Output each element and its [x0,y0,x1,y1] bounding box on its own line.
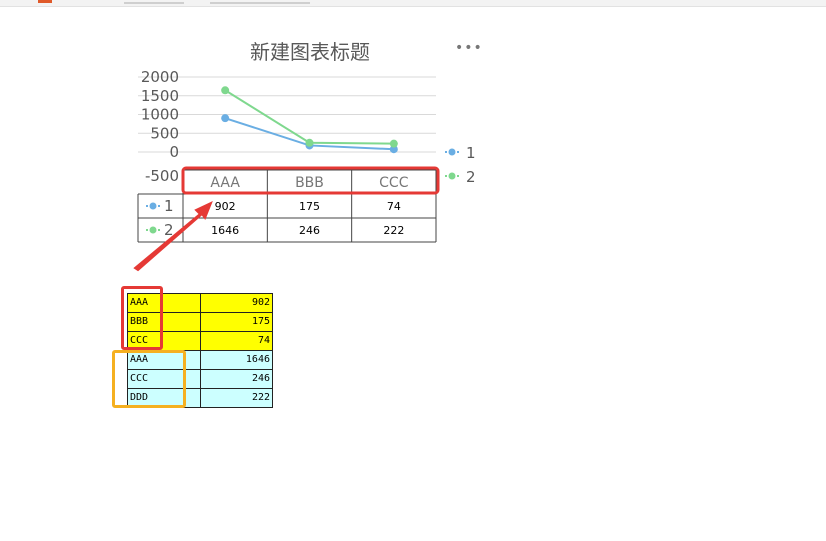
y-tick-label: -500 [145,167,179,185]
table-cell-value: 175 [299,200,320,213]
y-tick-label: 1000 [141,106,179,124]
table-cell-value: 222 [383,224,404,237]
y-tick-label: 2000 [141,68,179,86]
category-label: AAA [210,175,240,191]
legend-key-dot[interactable] [448,148,456,156]
sheet-value-cell[interactable]: 222 [200,388,273,408]
table-cell-value: 246 [299,224,320,237]
sheet-value-cell[interactable]: 246 [200,369,273,389]
series-2-point[interactable] [389,139,398,148]
table-legend-key-dot [149,226,157,234]
legend-key-dot[interactable] [448,172,456,180]
category-label: BBB [295,175,324,191]
table-legend-key-dot [149,202,157,210]
red-highlight-box [121,286,163,350]
table-cell-value: 1646 [211,224,239,237]
sheet-value-cell[interactable]: 902 [200,293,273,313]
y-tick-label: 0 [169,143,179,161]
chart-area[interactable]: 2000150010005000-500 AAA BBB CCC902 175 74111… [0,0,826,541]
sheet-value-cell[interactable]: 175 [200,312,273,332]
legend-label[interactable]: 2 [466,168,476,186]
orange-highlight-box [112,350,186,408]
series-2-point[interactable] [221,86,230,95]
category-label: CCC [379,175,409,191]
series-1-point[interactable] [221,114,230,123]
series-2-point[interactable] [305,138,314,147]
sheet-value-cell[interactable]: 1646 [200,350,273,370]
table-cell-value: 902 [215,200,236,213]
table-cell-value: 74 [387,200,401,213]
y-tick-label: 1500 [141,87,179,105]
sheet-value-cell[interactable]: 74 [200,331,273,351]
table-series-label: 1 [164,197,174,215]
series-2-line[interactable] [224,89,394,145]
y-tick-label: 500 [150,124,179,142]
legend-label[interactable]: 1 [466,144,476,162]
